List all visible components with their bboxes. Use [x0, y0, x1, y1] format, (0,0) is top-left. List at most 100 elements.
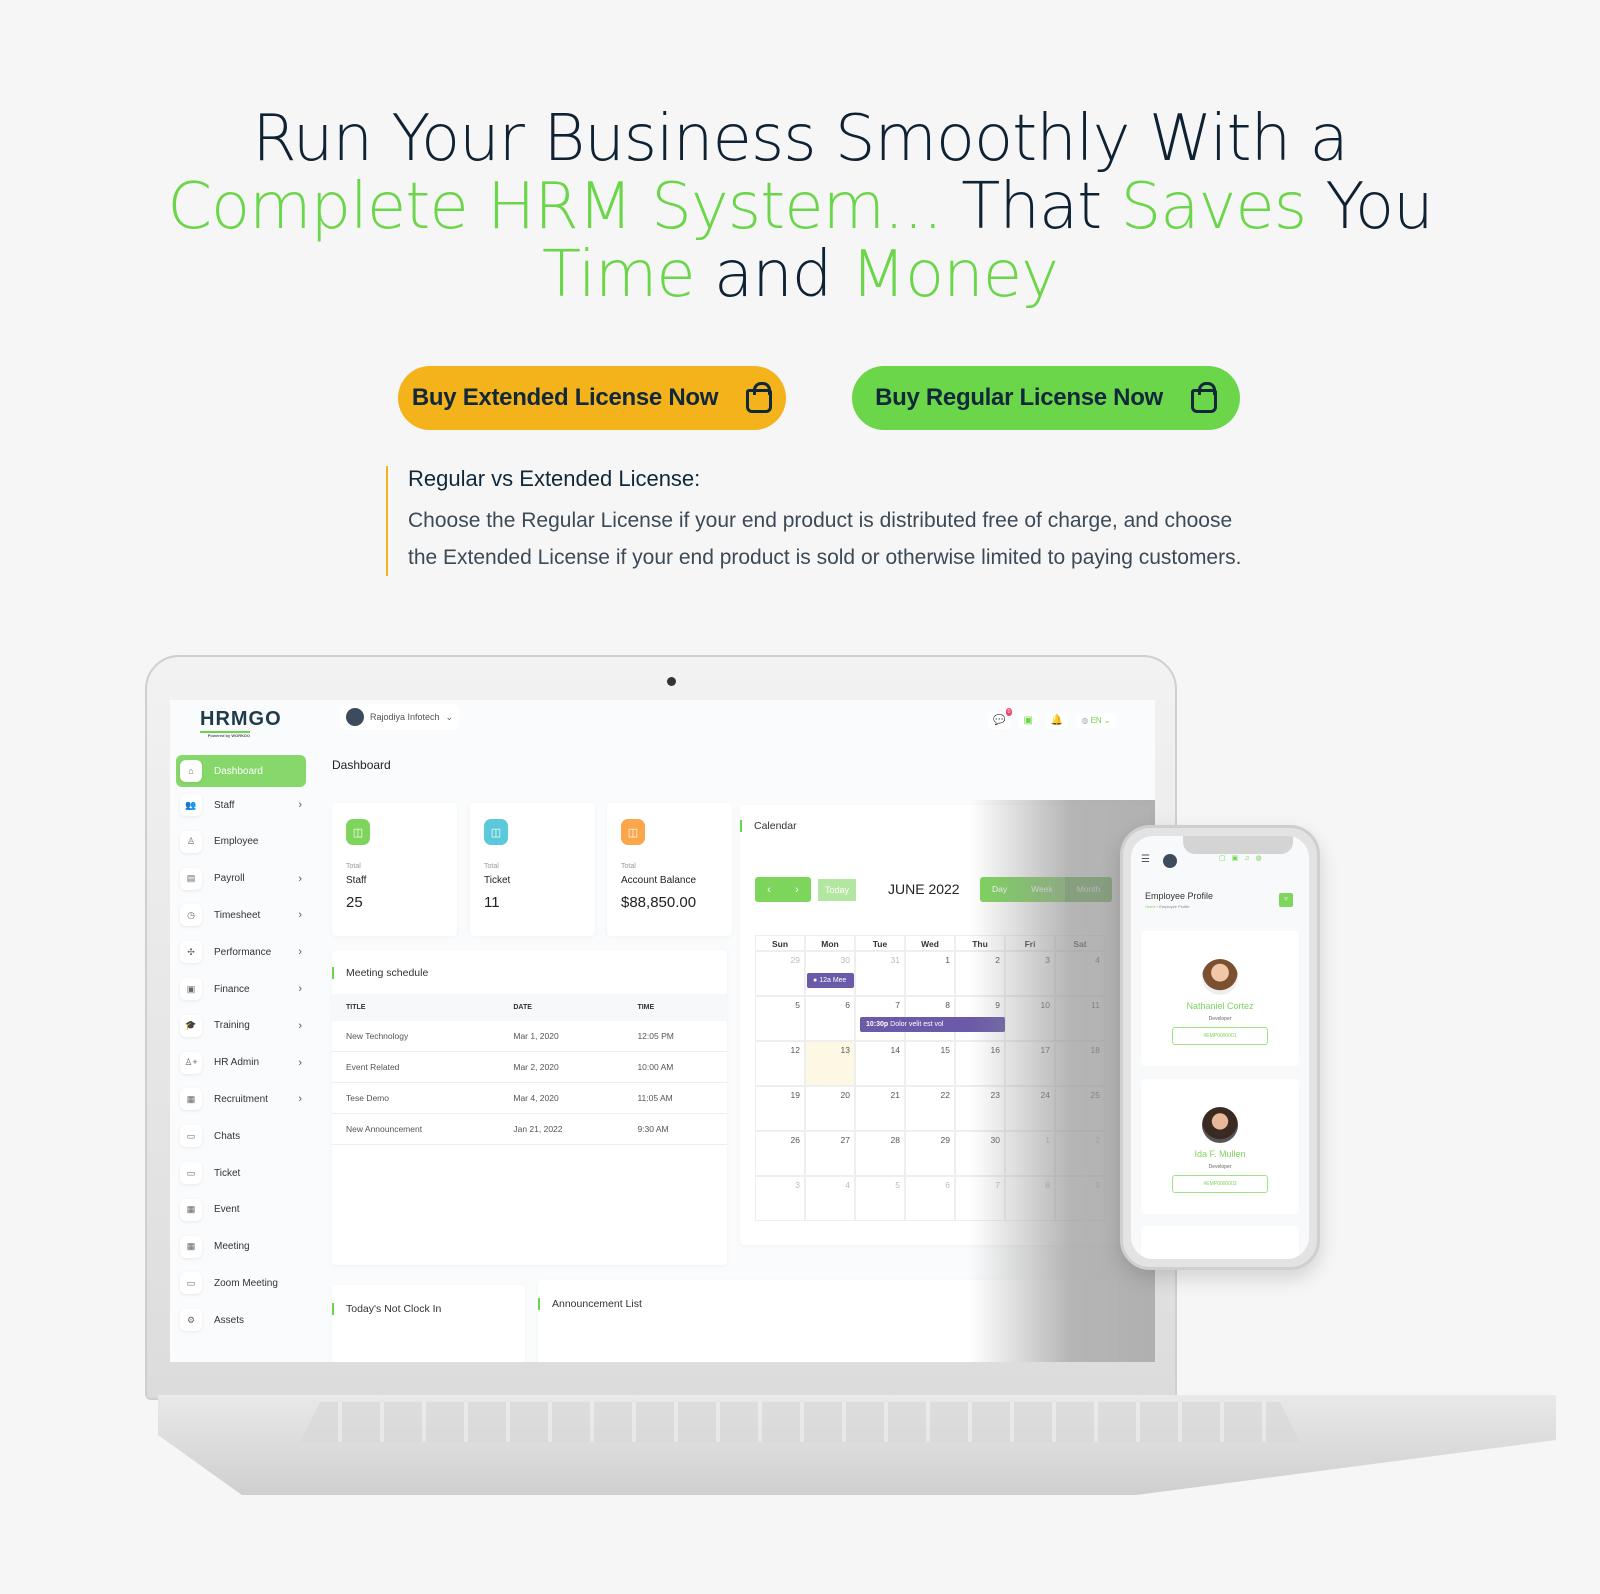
calendar-day[interactable]: 6 [805, 996, 855, 1041]
hero-text: That [941, 170, 1121, 244]
calendar-day[interactable]: 26 [755, 1131, 805, 1176]
calendar-day[interactable]: 27 [805, 1131, 855, 1176]
calendar-day[interactable]: 15 [905, 1041, 955, 1086]
sidebar-item-label: Timesheet [214, 909, 261, 921]
calendar-day[interactable]: 20 [805, 1086, 855, 1131]
phone-screen: ☰ ▢▣♫◍ Employee Profile Home › Employee … [1131, 836, 1309, 1259]
calendar-day[interactable]: 13 [805, 1041, 855, 1086]
hero-line-1: Run Your Business Smoothly With a [252, 102, 1348, 176]
table-row[interactable]: New Announcement Jan 21, 2022 9:30 AM [332, 1113, 727, 1145]
phone-topbar-icons[interactable]: ▢▣♫◍ [1219, 854, 1268, 862]
messages-icon[interactable]: 💬 0 [988, 708, 1013, 729]
calendar-day[interactable]: 19 [755, 1086, 805, 1131]
bell-icon[interactable]: 🔔 [1045, 712, 1069, 729]
column-header: TIME [623, 994, 727, 1021]
employee-card[interactable] [1141, 1226, 1299, 1259]
table-row[interactable]: Event Related Mar 2, 2020 10:00 AM [332, 1051, 727, 1083]
employee-id: #EMP0000001 [1172, 1027, 1268, 1045]
language-select[interactable]: ◍ EN ⌄ [1076, 713, 1116, 728]
table-cell: Mar 4, 2020 [499, 1082, 624, 1114]
ticket-icon: ◫ [484, 819, 508, 845]
calendar-day[interactable]: 28 [855, 1131, 905, 1176]
sidebar-item-dashboard[interactable]: ⌂ Dashboard [176, 755, 306, 787]
table-cell: Jan 21, 2022 [499, 1113, 624, 1145]
sidebar-item-recruitment[interactable]: ▦ Recruitment › [180, 1084, 310, 1114]
employee-role: Developer [1208, 1016, 1232, 1022]
sidebar-item-label: Finance [214, 983, 250, 995]
employee-card[interactable]: Nathaniel Cortez Developer #EMP0000001 [1141, 931, 1299, 1066]
calendar-event[interactable]: ● 12a Mee [807, 973, 854, 988]
today-button[interactable]: Today [818, 879, 856, 901]
not-clock-in-card: Today's Not Clock In [332, 1285, 525, 1362]
sidebar-item-employee[interactable]: ♙ Employee [180, 827, 310, 857]
hero-text: Saves [1120, 170, 1307, 244]
calendar-day[interactable]: 31 [855, 951, 905, 996]
filter-icon[interactable]: ▿ [1279, 893, 1293, 907]
sidebar-item-event[interactable]: ▦ Event [180, 1195, 310, 1225]
buy-extended-license-button[interactable]: Buy Extended License Now [398, 366, 786, 430]
sidebar-item-finance[interactable]: ▣ Finance › [180, 974, 310, 1004]
calendar-day[interactable]: 4 [805, 1176, 855, 1221]
event-time: 10:30p [866, 1021, 889, 1028]
calendar-day[interactable]: 5 [855, 1176, 905, 1221]
calendar-day[interactable]: 5 [755, 996, 805, 1041]
employee-role: Developer [1208, 1164, 1232, 1170]
stat-card: ◫ Total Account Balance $88,850.00 [607, 803, 732, 936]
sidebar-item-training[interactable]: 🎓 Training › [180, 1011, 310, 1041]
wallet-icon: ▣ [180, 978, 202, 1000]
calendar-day[interactable]: 12 [755, 1041, 805, 1086]
stat-prefix: Total [621, 863, 636, 870]
button-label: Buy Regular License Now [875, 384, 1163, 411]
sidebar-item-chats[interactable]: ▭ Chats [180, 1121, 310, 1151]
event-label: Dolor velit est vol [890, 1021, 944, 1028]
hero-line-3: Time and Money [0, 241, 1600, 309]
chat-icon: ▭ [180, 1125, 202, 1148]
calendar-day[interactable]: 1 [905, 951, 955, 996]
calendar-day[interactable]: 29 [905, 1131, 955, 1176]
calendar-day[interactable]: 29 [755, 951, 805, 996]
table-cell: New Announcement [332, 1113, 500, 1145]
calendar-day[interactable]: 3 [755, 1176, 805, 1221]
sidebar-item-label: Zoom Meeting [214, 1277, 278, 1289]
dashboard-screen: HRMGO Powered by WORKDO Rajodiya Infotech… [170, 700, 1155, 1362]
buy-regular-license-button[interactable]: Buy Regular License Now [852, 366, 1240, 430]
sidebar-item-assets[interactable]: ⚙ Assets [180, 1305, 310, 1335]
sidebar-item-timesheet[interactable]: ◷ Timesheet › [180, 900, 310, 930]
calendar-icon: ▦ [180, 1198, 202, 1221]
sidebar-item-hr-admin[interactable]: ♙+ HR Admin › [180, 1048, 310, 1078]
sidebar-item-label: HR Admin [214, 1057, 260, 1069]
table-cell: New Technology [332, 1021, 500, 1052]
phone-notch [1183, 836, 1293, 854]
breadcrumb-home[interactable]: Home [1145, 904, 1156, 909]
users-icon: 👥 [180, 794, 202, 816]
chat-icon[interactable]: ▣ [1018, 712, 1038, 729]
employee-name: Nathaniel Cortez [1186, 1001, 1254, 1011]
chevron-right-icon: › [298, 1019, 302, 1032]
sidebar-item-zoom-meeting[interactable]: ▭ Zoom Meeting [180, 1268, 310, 1298]
sidebar-item-performance[interactable]: ✣ Performance › [180, 937, 310, 967]
sidebar-item-ticket[interactable]: ▭ Ticket [180, 1158, 310, 1188]
sidebar-item-meeting[interactable]: ▦ Meeting [180, 1232, 310, 1262]
calendar-day[interactable]: 22 [905, 1086, 955, 1131]
sidebar-item-label: Event [214, 1204, 240, 1216]
avatar [1202, 959, 1238, 995]
employee-card[interactable]: Ida F. Mullen Developer #EMP0000003 [1141, 1079, 1299, 1214]
table-cell: Mar 2, 2020 [499, 1051, 624, 1083]
user-menu[interactable]: Rajodiya Infotech ⌄ [340, 704, 460, 730]
calendar-day[interactable]: 6 [905, 1176, 955, 1221]
table-row[interactable]: New Technology Mar 1, 2020 12:05 PM [332, 1021, 727, 1052]
logo-subtext: Powered by WORKDO [200, 731, 250, 738]
sidebar-item-staff[interactable]: 👥 Staff › [180, 790, 310, 820]
sidebar-item-payroll[interactable]: ▤ Payroll › [180, 864, 310, 894]
next-icon[interactable]: › [795, 884, 799, 896]
prev-icon[interactable]: ‹ [767, 884, 771, 896]
keyboard [300, 1402, 1300, 1442]
table-cell: Event Related [332, 1051, 500, 1083]
meeting-table: TITLE DATE TIME New Technology Mar 1, 2020 12… [332, 994, 727, 1145]
calendar-day[interactable]: 21 [855, 1086, 905, 1131]
license-note: Regular vs Extended License: Choose the … [386, 466, 1246, 576]
menu-icon[interactable]: ☰ [1141, 854, 1150, 865]
day-header: Wed [905, 935, 955, 951]
table-row[interactable]: Tese Demo Mar 4, 2020 11:05 AM [332, 1082, 727, 1114]
calendar-day[interactable]: 14 [855, 1041, 905, 1086]
